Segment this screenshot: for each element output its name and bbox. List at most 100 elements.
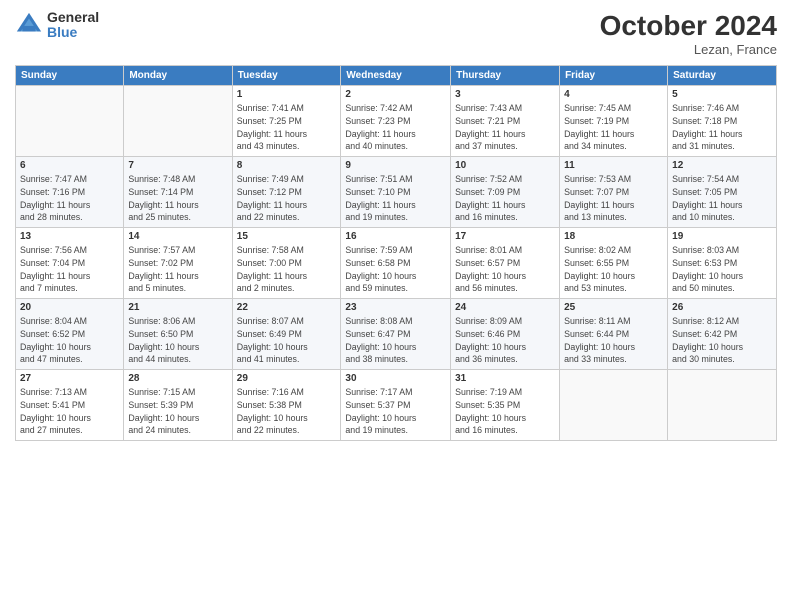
day-info: Sunrise: 8:06 AM Sunset: 6:50 PM Dayligh… bbox=[128, 315, 227, 366]
day-number: 20 bbox=[20, 302, 119, 313]
day-info: Sunrise: 7:46 AM Sunset: 7:18 PM Dayligh… bbox=[672, 102, 772, 153]
day-number: 16 bbox=[345, 231, 446, 242]
day-info: Sunrise: 7:43 AM Sunset: 7:21 PM Dayligh… bbox=[455, 102, 555, 153]
calendar-cell: 29Sunrise: 7:16 AM Sunset: 5:38 PM Dayli… bbox=[232, 370, 341, 441]
calendar-cell: 3 Sunrise: 7:43 AM Sunset: 7:21 PM Daylig… bbox=[451, 86, 560, 157]
day-number: 5 bbox=[672, 89, 772, 100]
day-number: 3 bbox=[455, 89, 555, 100]
title-block: October 2024 Lezan, France bbox=[600, 10, 777, 57]
weekday-header-row: SundayMondayTuesdayWednesdayThursdayFrid… bbox=[16, 66, 777, 86]
weekday-header: Saturday bbox=[668, 66, 777, 86]
day-number: 14 bbox=[128, 231, 227, 242]
calendar-cell: 16 Sunrise: 7:59 AM Sunset: 6:58 PM Dayli… bbox=[341, 228, 451, 299]
day-number: 8 bbox=[237, 160, 337, 171]
day-number: 4 bbox=[564, 89, 663, 100]
calendar-week-row: 20 Sunrise: 8:04 AM Sunset: 6:52 PM Dayli… bbox=[16, 299, 777, 370]
day-info: Sunrise: 7:59 AM Sunset: 6:58 PM Dayligh… bbox=[345, 244, 446, 295]
day-info: Sunrise: 7:52 AM Sunset: 7:09 PM Dayligh… bbox=[455, 173, 555, 224]
weekday-header: Friday bbox=[560, 66, 668, 86]
calendar-cell bbox=[668, 370, 777, 441]
day-number: 27 bbox=[20, 373, 119, 384]
day-info: Sunrise: 7:48 AM Sunset: 7:14 PM Dayligh… bbox=[128, 173, 227, 224]
logo-blue-text: Blue bbox=[47, 25, 99, 40]
day-number: 26 bbox=[672, 302, 772, 313]
day-info: Sunrise: 7:53 AM Sunset: 7:07 PM Dayligh… bbox=[564, 173, 663, 224]
day-number: 9 bbox=[345, 160, 446, 171]
calendar-week-row: 1 Sunrise: 7:41 AM Sunset: 7:25 PM Daylig… bbox=[16, 86, 777, 157]
calendar-cell: 14Sunrise: 7:57 AM Sunset: 7:02 PM Dayli… bbox=[124, 228, 232, 299]
day-info: Sunrise: 7:16 AM Sunset: 5:38 PM Dayligh… bbox=[237, 386, 337, 437]
calendar-cell: 10Sunrise: 7:52 AM Sunset: 7:09 PM Dayli… bbox=[451, 157, 560, 228]
calendar-week-row: 6Sunrise: 7:47 AM Sunset: 7:16 PM Daylig… bbox=[16, 157, 777, 228]
day-info: Sunrise: 7:54 AM Sunset: 7:05 PM Dayligh… bbox=[672, 173, 772, 224]
calendar-cell: 12 Sunrise: 7:54 AM Sunset: 7:05 PM Dayli… bbox=[668, 157, 777, 228]
day-info: Sunrise: 7:13 AM Sunset: 5:41 PM Dayligh… bbox=[20, 386, 119, 437]
day-info: Sunrise: 7:42 AM Sunset: 7:23 PM Dayligh… bbox=[345, 102, 446, 153]
day-number: 2 bbox=[345, 89, 446, 100]
calendar-week-row: 13 Sunrise: 7:56 AM Sunset: 7:04 PM Dayli… bbox=[16, 228, 777, 299]
calendar: SundayMondayTuesdayWednesdayThursdayFrid… bbox=[15, 65, 777, 441]
calendar-week-row: 27 Sunrise: 7:13 AM Sunset: 5:41 PM Dayli… bbox=[16, 370, 777, 441]
day-number: 31 bbox=[455, 373, 555, 384]
calendar-cell: 8 Sunrise: 7:49 AM Sunset: 7:12 PM Daylig… bbox=[232, 157, 341, 228]
calendar-cell: 13 Sunrise: 7:56 AM Sunset: 7:04 PM Dayli… bbox=[16, 228, 124, 299]
day-number: 11 bbox=[564, 160, 663, 171]
calendar-cell: 23Sunrise: 8:08 AM Sunset: 6:47 PM Dayli… bbox=[341, 299, 451, 370]
calendar-cell: 9 Sunrise: 7:51 AM Sunset: 7:10 PM Daylig… bbox=[341, 157, 451, 228]
day-number: 18 bbox=[564, 231, 663, 242]
day-info: Sunrise: 8:02 AM Sunset: 6:55 PM Dayligh… bbox=[564, 244, 663, 295]
calendar-cell: 24Sunrise: 8:09 AM Sunset: 6:46 PM Dayli… bbox=[451, 299, 560, 370]
day-number: 19 bbox=[672, 231, 772, 242]
day-number: 22 bbox=[237, 302, 337, 313]
calendar-cell bbox=[16, 86, 124, 157]
day-info: Sunrise: 7:17 AM Sunset: 5:37 PM Dayligh… bbox=[345, 386, 446, 437]
weekday-header: Thursday bbox=[451, 66, 560, 86]
month-title: October 2024 bbox=[600, 10, 777, 42]
header: General Blue October 2024 Lezan, France bbox=[15, 10, 777, 57]
calendar-cell bbox=[124, 86, 232, 157]
logo-general-text: General bbox=[47, 10, 99, 25]
day-info: Sunrise: 7:15 AM Sunset: 5:39 PM Dayligh… bbox=[128, 386, 227, 437]
day-info: Sunrise: 8:08 AM Sunset: 6:47 PM Dayligh… bbox=[345, 315, 446, 366]
calendar-cell: 7 Sunrise: 7:48 AM Sunset: 7:14 PM Daylig… bbox=[124, 157, 232, 228]
day-info: Sunrise: 7:45 AM Sunset: 7:19 PM Dayligh… bbox=[564, 102, 663, 153]
logo: General Blue bbox=[15, 10, 99, 41]
day-info: Sunrise: 7:56 AM Sunset: 7:04 PM Dayligh… bbox=[20, 244, 119, 295]
calendar-cell: 27 Sunrise: 7:13 AM Sunset: 5:41 PM Dayli… bbox=[16, 370, 124, 441]
day-info: Sunrise: 8:09 AM Sunset: 6:46 PM Dayligh… bbox=[455, 315, 555, 366]
calendar-cell: 31 Sunrise: 7:19 AM Sunset: 5:35 PM Dayli… bbox=[451, 370, 560, 441]
day-number: 6 bbox=[20, 160, 119, 171]
calendar-cell: 4 Sunrise: 7:45 AM Sunset: 7:19 PM Daylig… bbox=[560, 86, 668, 157]
calendar-cell bbox=[560, 370, 668, 441]
calendar-cell: 18 Sunrise: 8:02 AM Sunset: 6:55 PM Dayli… bbox=[560, 228, 668, 299]
day-number: 13 bbox=[20, 231, 119, 242]
calendar-cell: 19 Sunrise: 8:03 AM Sunset: 6:53 PM Dayli… bbox=[668, 228, 777, 299]
day-number: 7 bbox=[128, 160, 227, 171]
calendar-cell: 26 Sunrise: 8:12 AM Sunset: 6:42 PM Dayli… bbox=[668, 299, 777, 370]
day-number: 12 bbox=[672, 160, 772, 171]
day-info: Sunrise: 8:01 AM Sunset: 6:57 PM Dayligh… bbox=[455, 244, 555, 295]
weekday-header: Tuesday bbox=[232, 66, 341, 86]
weekday-header: Sunday bbox=[16, 66, 124, 86]
day-info: Sunrise: 8:12 AM Sunset: 6:42 PM Dayligh… bbox=[672, 315, 772, 366]
day-number: 30 bbox=[345, 373, 446, 384]
day-info: Sunrise: 7:41 AM Sunset: 7:25 PM Dayligh… bbox=[237, 102, 337, 153]
calendar-cell: 20 Sunrise: 8:04 AM Sunset: 6:52 PM Dayli… bbox=[16, 299, 124, 370]
calendar-cell: 25 Sunrise: 8:11 AM Sunset: 6:44 PM Dayli… bbox=[560, 299, 668, 370]
day-info: Sunrise: 8:03 AM Sunset: 6:53 PM Dayligh… bbox=[672, 244, 772, 295]
day-info: Sunrise: 7:51 AM Sunset: 7:10 PM Dayligh… bbox=[345, 173, 446, 224]
calendar-cell: 6Sunrise: 7:47 AM Sunset: 7:16 PM Daylig… bbox=[16, 157, 124, 228]
calendar-cell: 28Sunrise: 7:15 AM Sunset: 5:39 PM Dayli… bbox=[124, 370, 232, 441]
day-info: Sunrise: 7:19 AM Sunset: 5:35 PM Dayligh… bbox=[455, 386, 555, 437]
day-number: 25 bbox=[564, 302, 663, 313]
location: Lezan, France bbox=[600, 42, 777, 57]
day-number: 17 bbox=[455, 231, 555, 242]
day-info: Sunrise: 7:49 AM Sunset: 7:12 PM Dayligh… bbox=[237, 173, 337, 224]
logo-text: General Blue bbox=[47, 10, 99, 41]
calendar-cell: 22Sunrise: 8:07 AM Sunset: 6:49 PM Dayli… bbox=[232, 299, 341, 370]
day-info: Sunrise: 8:04 AM Sunset: 6:52 PM Dayligh… bbox=[20, 315, 119, 366]
day-number: 1 bbox=[237, 89, 337, 100]
calendar-cell: 15Sunrise: 7:58 AM Sunset: 7:00 PM Dayli… bbox=[232, 228, 341, 299]
day-info: Sunrise: 8:11 AM Sunset: 6:44 PM Dayligh… bbox=[564, 315, 663, 366]
page: General Blue October 2024 Lezan, France … bbox=[0, 0, 792, 612]
